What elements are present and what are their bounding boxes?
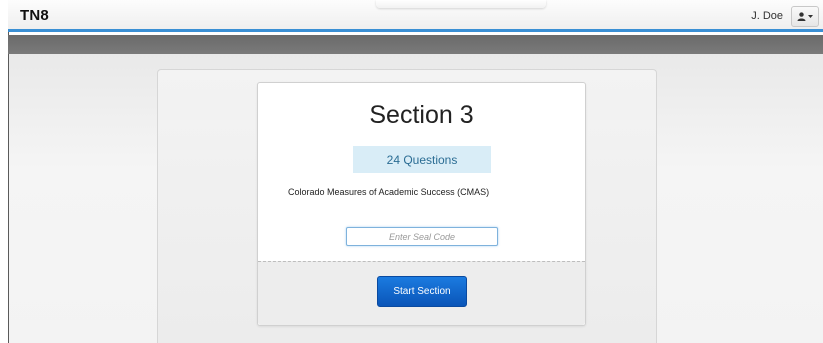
card-footer: Start Section bbox=[258, 261, 585, 325]
start-section-button[interactable]: Start Section bbox=[377, 276, 467, 307]
top-navbar: TN8 J. Doe bbox=[8, 0, 823, 32]
top-center-tab bbox=[376, 0, 546, 8]
user-menu-button[interactable] bbox=[791, 6, 819, 27]
secondary-toolbar bbox=[8, 35, 823, 54]
caret-down-icon bbox=[808, 14, 813, 18]
seal-code-input[interactable] bbox=[346, 227, 498, 246]
section-title: Section 3 bbox=[369, 101, 474, 129]
section-card: Section 3 24 Questions Colorado Measures… bbox=[257, 82, 586, 326]
questions-count-badge: 24 Questions bbox=[353, 146, 491, 173]
user-icon bbox=[797, 12, 806, 21]
brand-logo: TN8 bbox=[20, 7, 49, 24]
test-name: Colorado Measures of Academic Success (C… bbox=[288, 187, 490, 197]
username-label: J. Doe bbox=[751, 10, 783, 22]
